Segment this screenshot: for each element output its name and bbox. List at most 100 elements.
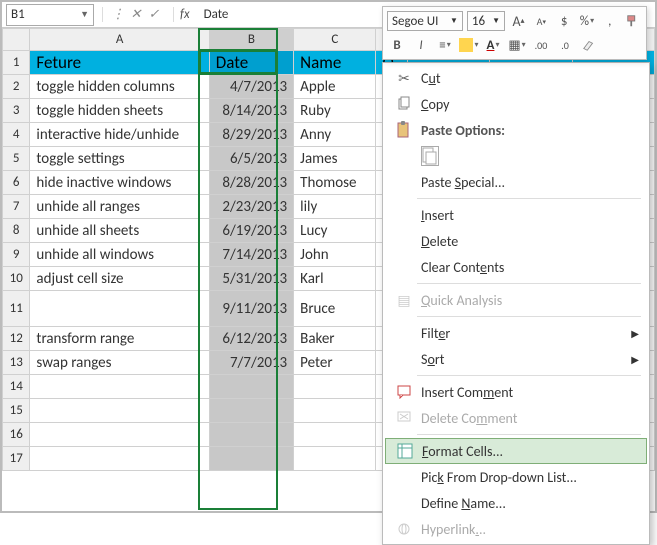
cell[interactable] (294, 399, 376, 423)
name-box[interactable]: B1 ▼ (6, 4, 94, 26)
cell[interactable]: Thomose (294, 171, 376, 195)
fill-color-icon[interactable] (459, 35, 479, 55)
confirm-icon[interactable]: ✓ (145, 7, 163, 22)
cell[interactable]: Apple (294, 75, 376, 99)
cell[interactable]: Feture (30, 51, 209, 75)
cell[interactable]: 7/14/2013 (209, 243, 293, 267)
italic-button[interactable]: I (411, 35, 431, 55)
chevron-down-icon[interactable]: ▼ (80, 9, 89, 20)
row-header[interactable]: 17 (3, 447, 30, 471)
cell[interactable]: toggle settings (30, 147, 209, 171)
row-header[interactable]: 12 (3, 327, 30, 351)
row-header[interactable]: 6 (3, 171, 30, 195)
cell[interactable]: Anny (294, 123, 376, 147)
row-header[interactable]: 13 (3, 351, 30, 375)
percent-icon[interactable]: % (578, 11, 597, 31)
cell[interactable]: James (294, 147, 376, 171)
cell[interactable]: John (294, 243, 376, 267)
comma-icon[interactable]: , (600, 11, 619, 31)
cell[interactable]: Lucy (294, 219, 376, 243)
cell[interactable]: toggle hidden sheets (30, 99, 209, 123)
cell[interactable]: Karl (294, 267, 376, 291)
cell[interactable]: transpose table dimensions (30, 291, 209, 327)
cell[interactable]: toggle hidden columns (30, 75, 209, 99)
row-header[interactable]: 3 (3, 99, 30, 123)
row-header[interactable]: 15 (3, 399, 30, 423)
font-color-icon[interactable]: A (483, 35, 503, 55)
borders-icon[interactable]: ▦ (507, 35, 527, 55)
cell[interactable]: 2/23/2013 (209, 195, 293, 219)
cell[interactable]: Baker (294, 327, 376, 351)
menu-delete[interactable]: Delete (383, 228, 649, 254)
cancel-icon[interactable]: ✕ (127, 7, 145, 22)
font-name-selector[interactable]: Segoe UI▼ (387, 11, 463, 31)
cell[interactable] (30, 375, 209, 399)
cell[interactable] (209, 447, 293, 471)
menu-paste-special[interactable]: Paste Special... (383, 169, 649, 195)
fx-label[interactable]: fx (173, 7, 196, 22)
row-header[interactable]: 10 (3, 267, 30, 291)
increase-decimal-icon[interactable]: .00 (531, 35, 551, 55)
cell[interactable]: hide inactive windows (30, 171, 209, 195)
cell[interactable]: Bruce (294, 291, 376, 327)
row-header[interactable]: 16 (3, 423, 30, 447)
align-icon[interactable]: ≡ (435, 35, 455, 55)
decrease-font-icon[interactable]: A▾ (532, 11, 551, 31)
cell[interactable]: 6/19/2013 (209, 219, 293, 243)
menu-format-cells[interactable]: Format Cells... (385, 438, 647, 464)
format-painter-icon[interactable] (623, 11, 642, 31)
cell[interactable]: Name (294, 51, 376, 75)
row-header[interactable]: 11 (3, 291, 30, 327)
cell[interactable]: adjust cell size (30, 267, 209, 291)
currency-icon[interactable]: $ (555, 11, 574, 31)
menu-copy[interactable]: Copy (383, 91, 649, 117)
menu-insert-comment[interactable]: Insert Comment (383, 379, 649, 405)
menu-insert[interactable]: Insert (383, 202, 649, 228)
menu-cut[interactable]: ✂ Cut (383, 65, 649, 91)
increase-font-icon[interactable]: A▴ (509, 11, 528, 31)
cell[interactable]: Ruby (294, 99, 376, 123)
cell[interactable] (30, 423, 209, 447)
cell[interactable]: swap ranges (30, 351, 209, 375)
cell[interactable]: transform range (30, 327, 209, 351)
row-header[interactable]: 8 (3, 219, 30, 243)
cell[interactable]: 8/14/2013 (209, 99, 293, 123)
clear-format-icon[interactable] (579, 35, 599, 55)
dots-icon[interactable]: ⋮ (109, 7, 127, 22)
row-header[interactable]: 4 (3, 123, 30, 147)
bold-button[interactable]: B (387, 35, 407, 55)
cell[interactable]: 4/7/2013 (209, 75, 293, 99)
decrease-decimal-icon[interactable]: .0 (555, 35, 575, 55)
row-header[interactable]: 14 (3, 375, 30, 399)
select-all-corner[interactable] (3, 29, 30, 51)
menu-filter[interactable]: Filter ▶ (383, 320, 649, 346)
cell[interactable] (209, 375, 293, 399)
row-header[interactable]: 2 (3, 75, 30, 99)
cell[interactable]: 8/28/2013 (209, 171, 293, 195)
cell[interactable]: unhide all windows (30, 243, 209, 267)
cell[interactable] (30, 399, 209, 423)
row-header[interactable]: 1 (3, 51, 30, 75)
cell[interactable]: Date (209, 51, 293, 75)
column-header[interactable]: B (209, 29, 293, 51)
column-header[interactable]: C (294, 29, 376, 51)
cell[interactable]: 5/31/2013 (209, 267, 293, 291)
cell[interactable]: lily (294, 195, 376, 219)
menu-define-name[interactable]: Define Name... (383, 490, 649, 516)
cell[interactable]: interactive hide/unhide (30, 123, 209, 147)
menu-sort[interactable]: Sort ▶ (383, 346, 649, 372)
font-size-selector[interactable]: 16▼ (467, 11, 505, 31)
menu-pick-from-list[interactable]: Pick From Drop-down List... (383, 464, 649, 490)
menu-clear-contents[interactable]: Clear Contents (383, 254, 649, 280)
cell[interactable] (294, 423, 376, 447)
menu-paste-button[interactable] (383, 143, 649, 169)
cell[interactable]: unhide all ranges (30, 195, 209, 219)
cell[interactable] (294, 375, 376, 399)
cell[interactable]: 8/29/2013 (209, 123, 293, 147)
row-header[interactable]: 7 (3, 195, 30, 219)
cell[interactable]: 6/12/2013 (209, 327, 293, 351)
cell[interactable] (30, 447, 209, 471)
cell[interactable]: Peter (294, 351, 376, 375)
column-header[interactable]: A (30, 29, 209, 51)
row-header[interactable]: 5 (3, 147, 30, 171)
